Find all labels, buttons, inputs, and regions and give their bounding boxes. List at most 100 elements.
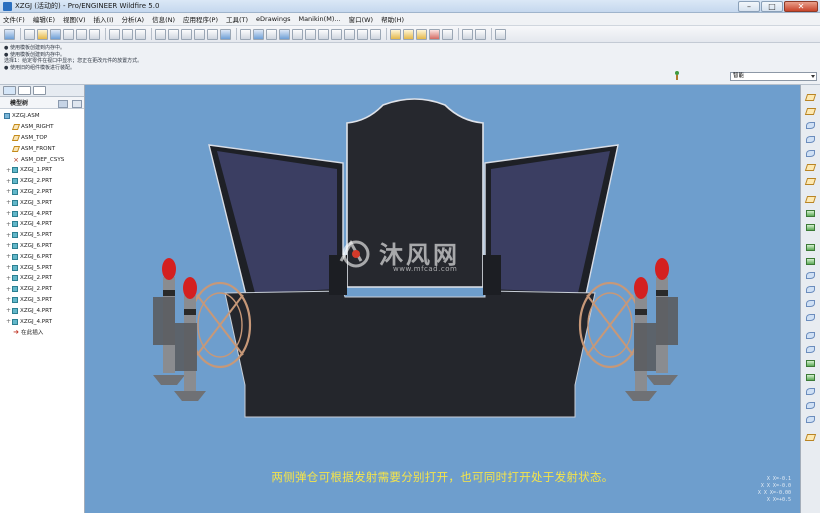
select-tool-icon[interactable] [4, 28, 15, 40]
offset-tool-icon[interactable] [805, 387, 816, 396]
tree-item[interactable]: ASM_RIGHT [0, 122, 84, 133]
email-icon[interactable] [76, 28, 87, 40]
expand-icon[interactable]: + [6, 210, 11, 217]
tree-item[interactable]: + XZGJ_2.PRT [0, 284, 84, 295]
round-tool-icon[interactable] [805, 299, 816, 308]
analysis-icon[interactable] [462, 28, 473, 40]
menu-help[interactable]: 帮助(H) [381, 14, 404, 24]
extrude-tool-icon[interactable] [805, 209, 816, 218]
regenerate-icon[interactable] [109, 28, 120, 40]
datum-plane-tool-icon[interactable] [804, 93, 817, 102]
datum-point-tool-icon[interactable] [805, 149, 816, 158]
tree-item[interactable]: ASM_TOP [0, 133, 84, 144]
analysis-feature-icon[interactable] [804, 177, 817, 186]
selection-filter-dropdown[interactable]: 智能 [730, 72, 817, 81]
tree-item[interactable]: + XZGJ_3.PRT [0, 295, 84, 306]
filter-icon[interactable] [674, 71, 680, 80]
rib-tool-icon[interactable] [805, 271, 816, 280]
tree-item[interactable]: + XZGJ_6.PRT [0, 251, 84, 262]
undo-icon[interactable] [155, 28, 166, 40]
tree-item[interactable]: ➜ 在此插入 [0, 327, 84, 338]
expand-icon[interactable]: + [6, 232, 11, 239]
expand-icon[interactable]: + [6, 178, 11, 185]
expand-icon[interactable]: + [6, 264, 11, 271]
annotations-icon[interactable] [442, 28, 453, 40]
expand-icon[interactable]: + [6, 253, 11, 260]
cut-icon[interactable] [181, 28, 192, 40]
datum-planes-icon[interactable] [390, 28, 401, 40]
menu-insert[interactable]: 插入(I) [94, 14, 114, 24]
solidify-tool-icon[interactable] [805, 415, 816, 424]
menu-info[interactable]: 信息(N) [152, 14, 175, 24]
minimize-button[interactable]: – [738, 1, 760, 12]
close-window-icon[interactable] [135, 28, 146, 40]
display-style-icon[interactable] [279, 28, 290, 40]
help-icon[interactable] [495, 28, 506, 40]
tree-item[interactable]: + XZGJ_4.PRT [0, 208, 84, 219]
layers-icon[interactable] [357, 28, 368, 40]
expand-icon[interactable]: + [6, 221, 11, 228]
tree-item[interactable]: + XZGJ_5.PRT [0, 262, 84, 273]
csys-tool-icon[interactable] [804, 163, 817, 172]
sketch-tool-icon[interactable] [804, 195, 817, 204]
spin-center-icon[interactable] [253, 28, 264, 40]
tree-item[interactable]: + XZGJ_4.PRT [0, 219, 84, 230]
maximize-button[interactable]: □ [761, 1, 783, 12]
tree-item[interactable]: + XZGJ_6.PRT [0, 241, 84, 252]
tree-item[interactable]: + XZGJ_3.PRT [0, 197, 84, 208]
open-file-icon[interactable] [37, 28, 48, 40]
tree-settings-icon[interactable] [58, 100, 68, 108]
tree-item[interactable]: ⨯ ASM_DEF_CSYS [0, 154, 84, 165]
menu-tools[interactable]: 工具(T) [226, 14, 248, 24]
expand-icon[interactable]: + [6, 307, 11, 314]
close-button[interactable]: ✕ [784, 1, 818, 12]
zoom-out-icon[interactable] [318, 28, 329, 40]
tree-item[interactable]: XZGJ.ASM [0, 111, 84, 122]
revolve-tool-icon[interactable] [805, 223, 816, 232]
expand-icon[interactable]: + [6, 286, 11, 293]
expand-icon[interactable]: + [6, 296, 11, 303]
tree-item[interactable]: + XZGJ_5.PRT [0, 230, 84, 241]
hole-tool-icon[interactable] [805, 243, 816, 252]
expand-icon[interactable]: + [6, 242, 11, 249]
reorient-icon[interactable] [331, 28, 342, 40]
zoom-in-icon[interactable] [305, 28, 316, 40]
menu-applications[interactable]: 应用程序(P) [183, 14, 218, 24]
tree-item[interactable]: + XZGJ_2.PRT [0, 187, 84, 198]
trim-tool-icon[interactable] [805, 373, 816, 382]
component-tool-icon[interactable] [804, 433, 817, 442]
datum-points-icon[interactable] [416, 28, 427, 40]
expand-icon[interactable]: + [6, 199, 11, 206]
folder-browser-tab[interactable] [18, 86, 31, 95]
expand-icon[interactable]: + [6, 275, 11, 282]
paste-special-icon[interactable] [207, 28, 218, 40]
refit-icon[interactable] [292, 28, 303, 40]
menu-window[interactable]: 窗口(W) [349, 14, 374, 24]
curve-tool-icon[interactable] [805, 135, 816, 144]
orient-mode-icon[interactable] [266, 28, 277, 40]
expand-icon[interactable]: + [6, 318, 11, 325]
expand-icon[interactable]: + [6, 188, 11, 195]
pattern-tool-icon[interactable] [805, 331, 816, 340]
tree-item[interactable]: + XZGJ_4.PRT [0, 316, 84, 327]
graphics-viewport[interactable]: 沐风网 www.mfcad.com 两侧弹仓可根据发射需要分别打开，也可同时打开… [85, 85, 800, 513]
shell-tool-icon[interactable] [805, 257, 816, 266]
tree-item[interactable]: + XZGJ_4.PRT [0, 305, 84, 316]
redo-icon[interactable] [168, 28, 179, 40]
menu-edit[interactable]: 编辑(E) [33, 14, 55, 24]
model-analysis-icon[interactable] [475, 28, 486, 40]
merge-tool-icon[interactable] [805, 359, 816, 368]
copy-icon[interactable] [89, 28, 100, 40]
datum-plane-tool-icon[interactable] [804, 107, 817, 116]
repaint-icon[interactable] [240, 28, 251, 40]
datum-axis-tool-icon[interactable] [805, 121, 816, 130]
tree-item[interactable]: ASM_FRONT [0, 143, 84, 154]
datum-axes-icon[interactable] [403, 28, 414, 40]
menu-view[interactable]: 视图(V) [63, 14, 86, 24]
model-tree-tab[interactable] [3, 86, 16, 95]
menu-edrawings[interactable]: eDrawings [256, 15, 290, 23]
draft-tool-icon[interactable] [805, 285, 816, 294]
tree-item[interactable]: + XZGJ_2.PRT [0, 176, 84, 187]
tree-item[interactable]: + XZGJ_2.PRT [0, 273, 84, 284]
menu-file[interactable]: 文件(F) [3, 14, 25, 24]
